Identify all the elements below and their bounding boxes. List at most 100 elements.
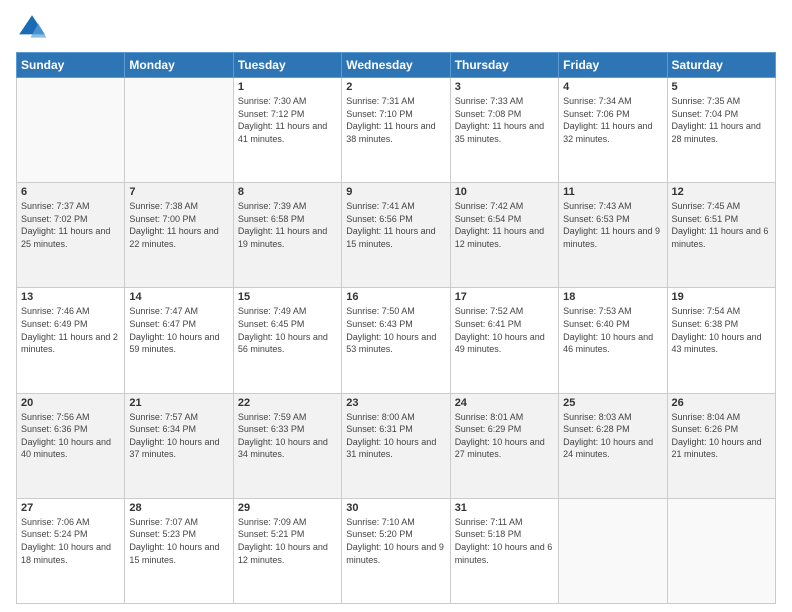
calendar-cell: 18 Sunrise: 7:53 AM Sunset: 6:40 PM Dayli… [559, 288, 667, 393]
day-number: 5 [672, 81, 771, 93]
day-number: 23 [346, 397, 445, 409]
header [16, 12, 776, 44]
day-info: Sunrise: 7:38 AM Sunset: 7:00 PM Dayligh… [129, 200, 228, 250]
day-number: 12 [672, 186, 771, 198]
day-number: 21 [129, 397, 228, 409]
calendar-cell [559, 498, 667, 603]
day-info: Sunrise: 7:53 AM Sunset: 6:40 PM Dayligh… [563, 305, 662, 355]
calendar-cell: 21Sunrise: 7:57 AM Sunset: 6:34 PM Dayli… [125, 393, 233, 498]
day-info: Sunrise: 7:35 AM Sunset: 7:04 PM Dayligh… [672, 95, 771, 145]
calendar-cell: 25 Sunrise: 8:03 AM Sunset: 6:28 PM Dayli… [559, 393, 667, 498]
day-info: Sunrise: 7:42 AM Sunset: 6:54 PM Dayligh… [455, 200, 554, 250]
day-number: 30 [346, 502, 445, 514]
calendar-cell: 30 Sunrise: 7:10 AM Sunset: 5:20 PM Dayli… [342, 498, 450, 603]
day-info: Sunrise: 7:10 AM Sunset: 5:20 PM Dayligh… [346, 516, 445, 566]
calendar-cell: 2 Sunrise: 7:31 AM Sunset: 7:10 PM Daylig… [342, 78, 450, 183]
calendar-cell: 22 Sunrise: 7:59 AM Sunset: 6:33 PM Dayli… [233, 393, 341, 498]
calendar-cell: 10 Sunrise: 7:42 AM Sunset: 6:54 PM Dayli… [450, 183, 558, 288]
calendar-cell: 1 Sunrise: 7:30 AM Sunset: 7:12 PM Daylig… [233, 78, 341, 183]
calendar-cell [667, 498, 775, 603]
day-info: Sunrise: 7:49 AM Sunset: 6:45 PM Dayligh… [238, 305, 337, 355]
calendar-cell: 14 Sunrise: 7:47 AM Sunset: 6:47 PM Dayli… [125, 288, 233, 393]
calendar-cell: 5 Sunrise: 7:35 AM Sunset: 7:04 PM Daylig… [667, 78, 775, 183]
day-number: 27 [21, 502, 120, 514]
calendar-cell: 8 Sunrise: 7:39 AM Sunset: 6:58 PM Daylig… [233, 183, 341, 288]
day-number: 1 [238, 81, 337, 93]
day-number: 25 [563, 397, 662, 409]
day-number: 3 [455, 81, 554, 93]
calendar-cell: 23 Sunrise: 8:00 AM Sunset: 6:31 PM Dayli… [342, 393, 450, 498]
day-info: Sunrise: 7:56 AM Sunset: 6:36 PM Dayligh… [21, 411, 120, 461]
calendar-cell: 9Sunrise: 7:41 AM Sunset: 6:56 PM Daylig… [342, 183, 450, 288]
calendar-table: SundayMondayTuesdayWednesdayThursdayFrid… [16, 52, 776, 604]
day-number: 31 [455, 502, 554, 514]
day-number: 14 [129, 291, 228, 303]
calendar-cell: 11Sunrise: 7:43 AM Sunset: 6:53 PM Dayli… [559, 183, 667, 288]
col-header-sunday: Sunday [17, 53, 125, 78]
day-number: 19 [672, 291, 771, 303]
day-number: 8 [238, 186, 337, 198]
day-info: Sunrise: 7:06 AM Sunset: 5:24 PM Dayligh… [21, 516, 120, 566]
day-number: 10 [455, 186, 554, 198]
calendar-cell: 31 Sunrise: 7:11 AM Sunset: 5:18 PM Dayli… [450, 498, 558, 603]
logo [16, 12, 52, 44]
calendar-cell: 6Sunrise: 7:37 AM Sunset: 7:02 PM Daylig… [17, 183, 125, 288]
day-number: 26 [672, 397, 771, 409]
day-number: 4 [563, 81, 662, 93]
col-header-tuesday: Tuesday [233, 53, 341, 78]
calendar-cell: 13Sunrise: 7:46 AM Sunset: 6:49 PM Dayli… [17, 288, 125, 393]
calendar-cell: 24Sunrise: 8:01 AM Sunset: 6:29 PM Dayli… [450, 393, 558, 498]
day-number: 16 [346, 291, 445, 303]
day-info: Sunrise: 7:39 AM Sunset: 6:58 PM Dayligh… [238, 200, 337, 250]
day-number: 17 [455, 291, 554, 303]
day-number: 20 [21, 397, 120, 409]
calendar-cell: 28 Sunrise: 7:07 AM Sunset: 5:23 PM Dayli… [125, 498, 233, 603]
day-info: Sunrise: 7:11 AM Sunset: 5:18 PM Dayligh… [455, 516, 554, 566]
day-number: 18 [563, 291, 662, 303]
day-info: Sunrise: 7:59 AM Sunset: 6:33 PM Dayligh… [238, 411, 337, 461]
calendar-week-row: 1 Sunrise: 7:30 AM Sunset: 7:12 PM Daylig… [17, 78, 776, 183]
calendar-cell: 27 Sunrise: 7:06 AM Sunset: 5:24 PM Dayli… [17, 498, 125, 603]
calendar-cell: 26 Sunrise: 8:04 AM Sunset: 6:26 PM Dayli… [667, 393, 775, 498]
day-number: 29 [238, 502, 337, 514]
calendar-cell: 16Sunrise: 7:50 AM Sunset: 6:43 PM Dayli… [342, 288, 450, 393]
day-info: Sunrise: 8:01 AM Sunset: 6:29 PM Dayligh… [455, 411, 554, 461]
calendar-cell: 3 Sunrise: 7:33 AM Sunset: 7:08 PM Daylig… [450, 78, 558, 183]
calendar-cell: 15Sunrise: 7:49 AM Sunset: 6:45 PM Dayli… [233, 288, 341, 393]
day-info: Sunrise: 7:46 AM Sunset: 6:49 PM Dayligh… [21, 305, 120, 355]
day-number: 22 [238, 397, 337, 409]
day-number: 9 [346, 186, 445, 198]
calendar-week-row: 27 Sunrise: 7:06 AM Sunset: 5:24 PM Dayli… [17, 498, 776, 603]
col-header-saturday: Saturday [667, 53, 775, 78]
day-info: Sunrise: 8:03 AM Sunset: 6:28 PM Dayligh… [563, 411, 662, 461]
calendar-week-row: 6Sunrise: 7:37 AM Sunset: 7:02 PM Daylig… [17, 183, 776, 288]
calendar-cell [17, 78, 125, 183]
day-info: Sunrise: 8:00 AM Sunset: 6:31 PM Dayligh… [346, 411, 445, 461]
day-info: Sunrise: 7:54 AM Sunset: 6:38 PM Dayligh… [672, 305, 771, 355]
logo-icon [16, 12, 48, 44]
day-info: Sunrise: 8:04 AM Sunset: 6:26 PM Dayligh… [672, 411, 771, 461]
day-info: Sunrise: 7:45 AM Sunset: 6:51 PM Dayligh… [672, 200, 771, 250]
calendar-cell: 12 Sunrise: 7:45 AM Sunset: 6:51 PM Dayli… [667, 183, 775, 288]
calendar-cell: 20 Sunrise: 7:56 AM Sunset: 6:36 PM Dayli… [17, 393, 125, 498]
calendar-cell [125, 78, 233, 183]
day-number: 28 [129, 502, 228, 514]
col-header-monday: Monday [125, 53, 233, 78]
page: SundayMondayTuesdayWednesdayThursdayFrid… [0, 0, 792, 612]
calendar-cell: 4Sunrise: 7:34 AM Sunset: 7:06 PM Daylig… [559, 78, 667, 183]
day-info: Sunrise: 7:30 AM Sunset: 7:12 PM Dayligh… [238, 95, 337, 145]
calendar-week-row: 13Sunrise: 7:46 AM Sunset: 6:49 PM Dayli… [17, 288, 776, 393]
day-info: Sunrise: 7:37 AM Sunset: 7:02 PM Dayligh… [21, 200, 120, 250]
day-info: Sunrise: 7:07 AM Sunset: 5:23 PM Dayligh… [129, 516, 228, 566]
day-info: Sunrise: 7:09 AM Sunset: 5:21 PM Dayligh… [238, 516, 337, 566]
day-number: 2 [346, 81, 445, 93]
day-info: Sunrise: 7:47 AM Sunset: 6:47 PM Dayligh… [129, 305, 228, 355]
col-header-thursday: Thursday [450, 53, 558, 78]
day-info: Sunrise: 7:31 AM Sunset: 7:10 PM Dayligh… [346, 95, 445, 145]
col-header-wednesday: Wednesday [342, 53, 450, 78]
day-info: Sunrise: 7:33 AM Sunset: 7:08 PM Dayligh… [455, 95, 554, 145]
day-number: 11 [563, 186, 662, 198]
col-header-friday: Friday [559, 53, 667, 78]
calendar-cell: 19 Sunrise: 7:54 AM Sunset: 6:38 PM Dayli… [667, 288, 775, 393]
calendar-cell: 17Sunrise: 7:52 AM Sunset: 6:41 PM Dayli… [450, 288, 558, 393]
